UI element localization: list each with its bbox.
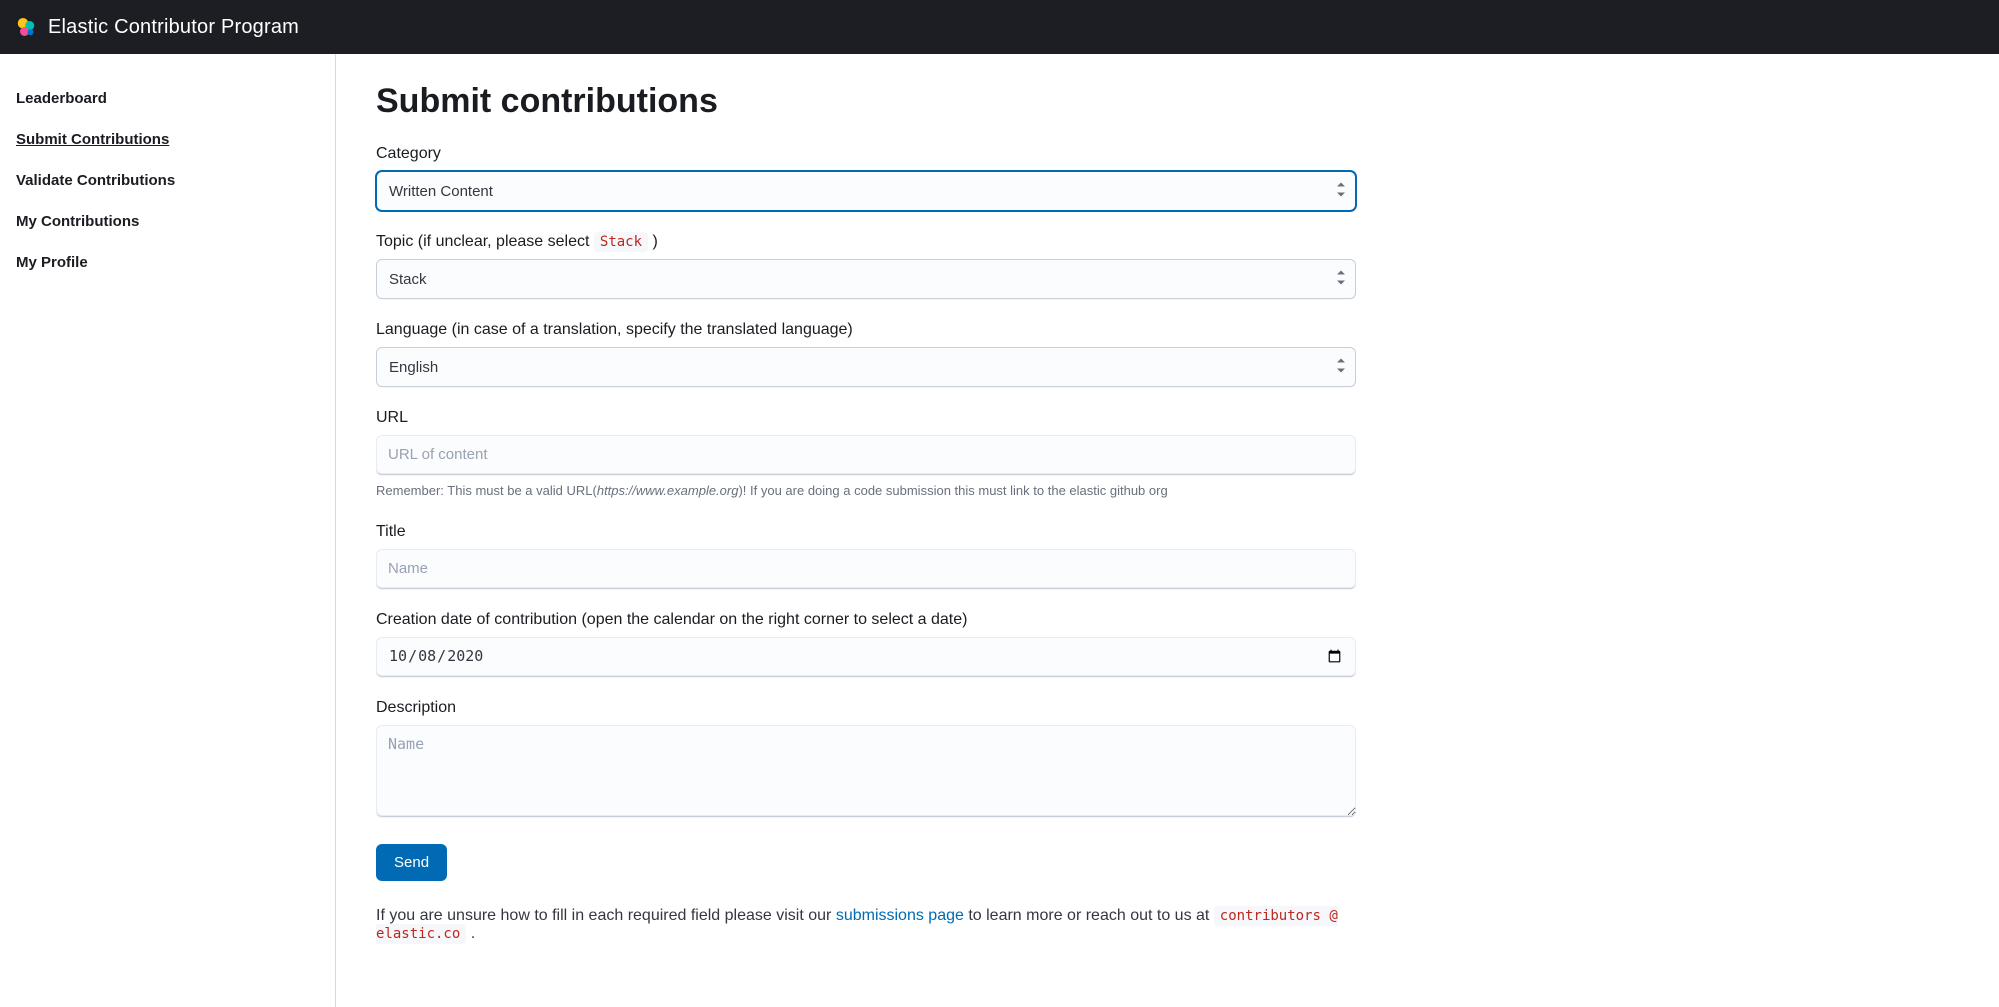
date-input[interactable] — [376, 637, 1356, 677]
field-language: Language (in case of a translation, spec… — [376, 321, 1356, 387]
sidebar-item-leaderboard[interactable]: Leaderboard — [16, 78, 319, 119]
top-bar: Elastic Contributor Program — [0, 0, 1999, 54]
sidebar: Leaderboard Submit Contributions Validat… — [0, 54, 336, 1007]
sidebar-item-validate-contributions[interactable]: Validate Contributions — [16, 160, 319, 201]
send-button[interactable]: Send — [376, 844, 447, 881]
field-topic: Topic (if unclear, please select Stack )… — [376, 233, 1356, 299]
url-label: URL — [376, 409, 1356, 427]
footer-note: If you are unsure how to fill in each re… — [376, 907, 1356, 943]
url-help-text: Remember: This must be a valid URL(https… — [376, 481, 1356, 501]
field-description: Description — [376, 699, 1356, 822]
language-select[interactable]: English — [376, 347, 1356, 387]
description-textarea[interactable] — [376, 725, 1356, 817]
field-url: URL Remember: This must be a valid URL(h… — [376, 409, 1356, 501]
title-label: Title — [376, 523, 1356, 541]
title-input[interactable] — [376, 549, 1356, 589]
field-date: Creation date of contribution (open the … — [376, 611, 1356, 677]
url-input[interactable] — [376, 435, 1356, 475]
submissions-page-link[interactable]: submissions page — [836, 907, 964, 924]
date-label: Creation date of contribution (open the … — [376, 611, 1356, 629]
language-label: Language (in case of a translation, spec… — [376, 321, 1356, 339]
category-label: Category — [376, 145, 1356, 163]
field-category: Category Written Content — [376, 145, 1356, 211]
sidebar-item-my-contributions[interactable]: My Contributions — [16, 201, 319, 242]
brand-title: Elastic Contributor Program — [48, 16, 299, 39]
topic-label-code: Stack — [594, 232, 648, 252]
field-title: Title — [376, 523, 1356, 589]
sidebar-item-my-profile[interactable]: My Profile — [16, 242, 319, 283]
sidebar-item-submit-contributions[interactable]: Submit Contributions — [16, 119, 319, 160]
page-title: Submit contributions — [376, 82, 1356, 121]
topic-select[interactable]: Stack — [376, 259, 1356, 299]
topic-label: Topic (if unclear, please select Stack ) — [376, 233, 1356, 251]
description-label: Description — [376, 699, 1356, 717]
main-content: Submit contributions Category Written Co… — [336, 54, 1999, 1007]
category-select[interactable]: Written Content — [376, 171, 1356, 211]
elastic-logo-icon — [14, 15, 38, 39]
